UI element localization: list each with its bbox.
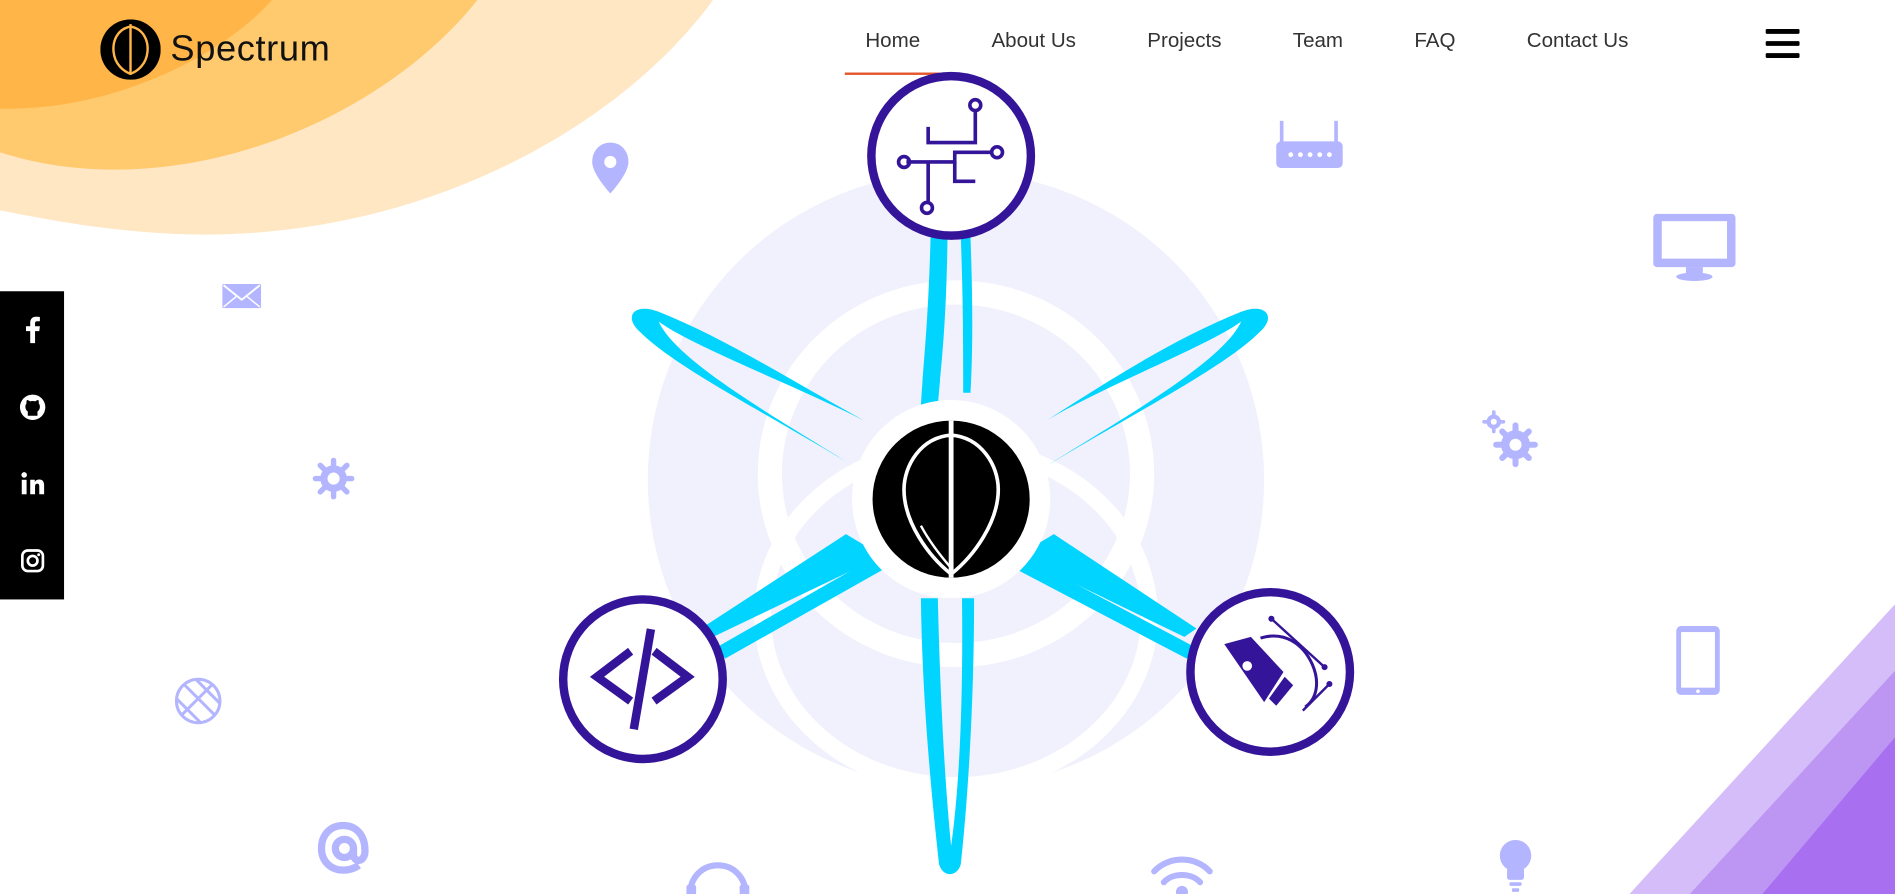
pen-tool-node xyxy=(1186,587,1355,756)
circuit-node xyxy=(867,71,1036,240)
router-icon xyxy=(1276,120,1343,168)
location-pin-icon xyxy=(592,142,629,194)
center-logo-node xyxy=(852,400,1051,599)
hero-illustration xyxy=(174,71,1736,894)
page: Spectrum Home About Us Projects Team FAQ… xyxy=(0,0,1895,894)
at-sign-icon xyxy=(317,821,369,874)
lightbulb-icon xyxy=(1499,839,1532,892)
mail-icon xyxy=(222,284,262,309)
globe-icon xyxy=(174,677,222,725)
gear-icon xyxy=(312,457,355,500)
monitor-icon xyxy=(1653,213,1736,281)
code-node xyxy=(558,595,727,764)
tablet-icon xyxy=(1676,626,1720,695)
wifi-icon xyxy=(1151,856,1213,894)
headphones-icon xyxy=(686,862,750,894)
gears-icon xyxy=(1482,410,1538,468)
